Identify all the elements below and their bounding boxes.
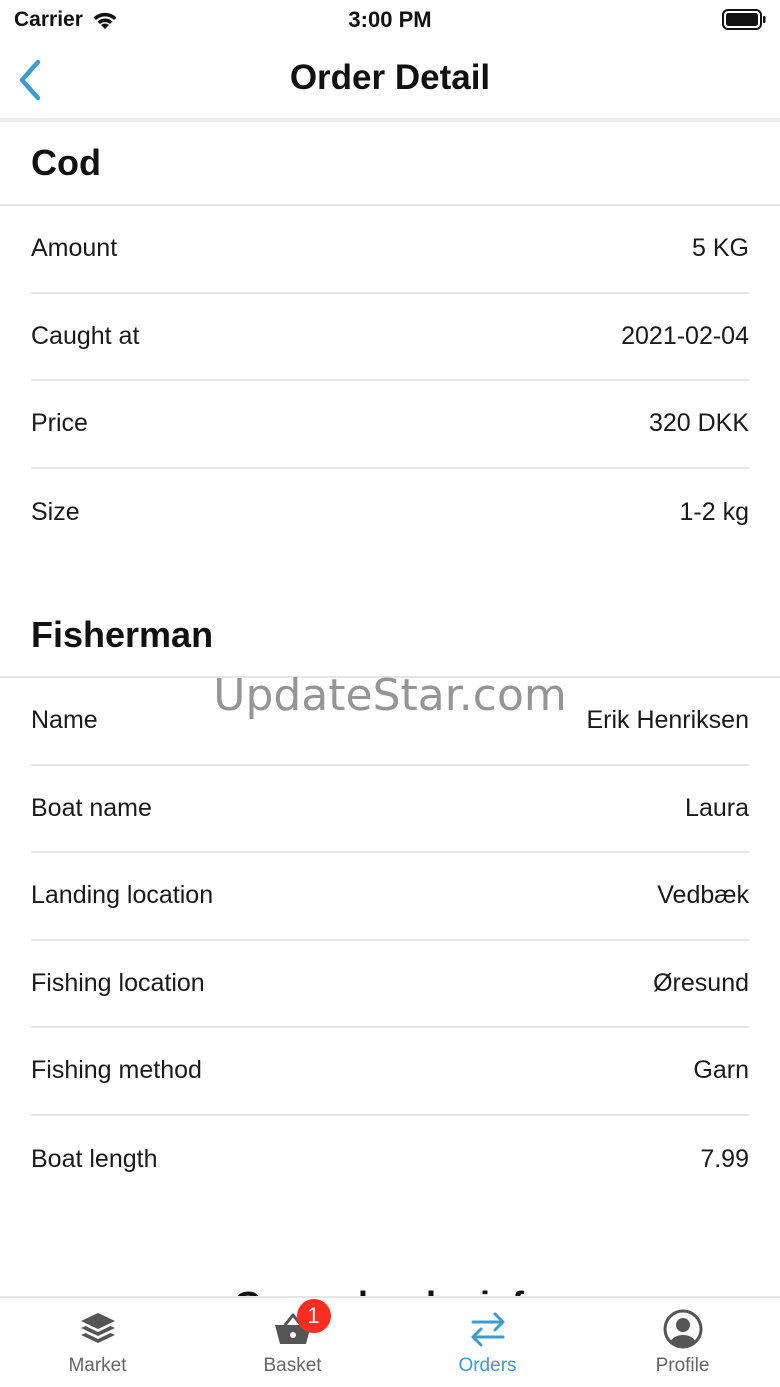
detail-row-size: Size 1-2 kg [31,469,749,557]
row-label: Caught at [31,321,140,350]
row-value: Øresund [653,968,749,997]
layers-icon [76,1307,120,1351]
row-label: Price [31,409,88,438]
order-detail-screen: Carrier 3:00 PM Order Detail Cod Amount … [0,0,780,1387]
row-label: Name [31,706,98,735]
fisherman-section-title: Fisherman [0,594,780,678]
row-label: Boat name [31,793,152,822]
row-value: 2021-02-04 [621,321,749,350]
tab-orders[interactable]: Orders [390,1298,585,1387]
tab-bar: Market 1 Basket Orders Profile [0,1296,780,1387]
tab-basket[interactable]: 1 Basket [195,1298,390,1387]
tab-profile[interactable]: Profile [585,1298,780,1387]
row-label: Fishing location [31,968,205,997]
product-section-title: Cod [0,122,780,206]
row-label: Amount [31,234,118,263]
detail-row-boat-name: Boat name Laura [31,766,749,853]
swap-arrows-icon [466,1307,510,1351]
fisherman-details-list: Name Erik Henriksen Boat name Laura Land… [0,678,780,1203]
row-value: 320 DKK [648,409,749,438]
general-order-info-title: General order info [0,1265,780,1296]
status-time: 3:00 PM [348,7,432,32]
battery-icon [722,9,766,30]
page-title: Order Detail [289,58,491,97]
row-value: Vedbæk [657,881,749,910]
basket-count-badge: 1 [296,1299,331,1333]
detail-row-caught-at: Caught at 2021-02-04 [31,294,749,381]
tab-label: Orders [458,1355,517,1376]
tab-label: Basket [263,1355,322,1376]
tab-label: Market [68,1355,127,1376]
row-label: Landing location [31,881,214,910]
detail-row-price: Price 320 DKK [31,381,749,469]
detail-row-amount: Amount 5 KG [31,206,749,294]
row-value: 7.99 [700,1144,749,1173]
row-value: Laura [685,793,749,822]
row-label: Boat length [31,1144,158,1173]
product-details-list: Amount 5 KG Caught at 2021-02-04 Price 3… [0,206,780,556]
row-label: Fishing method [31,1056,202,1085]
tab-market[interactable]: Market [0,1298,195,1387]
detail-row-fishing-location: Fishing location Øresund [31,941,749,1028]
detail-row-landing-location: Landing location Vedbæk [31,853,749,941]
status-bar: Carrier 3:00 PM [0,0,780,40]
row-value: Garn [693,1056,749,1085]
row-value: 5 KG [692,234,749,263]
navigation-bar: Order Detail [0,44,780,118]
row-value: Erik Henriksen [586,706,749,735]
detail-row-name: Name Erik Henriksen [31,678,749,766]
user-circle-icon [661,1307,705,1351]
detail-row-boat-length: Boat length 7.99 [31,1116,749,1204]
detail-row-fishing-method: Fishing method Garn [31,1028,749,1116]
row-label: Size [31,497,80,526]
order-detail-content[interactable]: Cod Amount 5 KG Caught at 2021-02-04 Pri… [0,122,780,1296]
basket-icon: 1 [271,1299,331,1351]
tab-label: Profile [655,1355,710,1376]
row-value: 1-2 kg [679,497,749,526]
